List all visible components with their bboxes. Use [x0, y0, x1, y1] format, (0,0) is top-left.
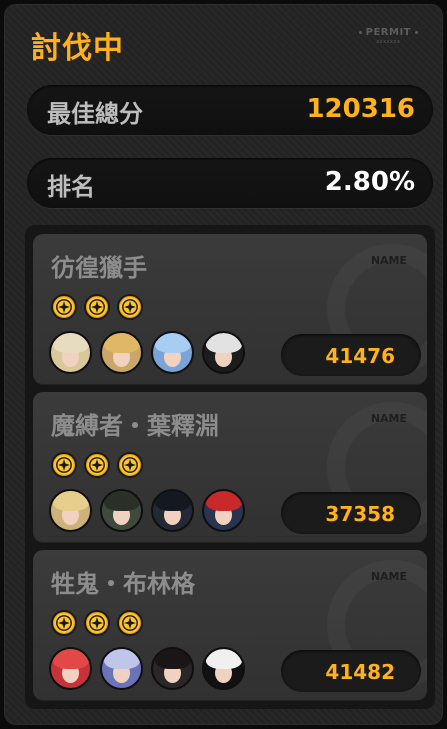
rank-label: 排名: [47, 173, 95, 201]
agent-9-icon[interactable]: [49, 647, 92, 690]
agent-2-icon[interactable]: [100, 331, 143, 374]
team-name: 魔縛者・葉釋淵: [51, 412, 219, 440]
best-score-value: 120316: [306, 94, 415, 124]
medal-icon: [84, 294, 110, 320]
team-score-box: 41476: [281, 334, 421, 376]
agent-hair: [155, 491, 191, 511]
medal-row: [51, 452, 143, 478]
team-name-tag: NAME: [370, 254, 407, 267]
agent-11-icon[interactable]: [151, 647, 194, 690]
team-name-tag: NAME: [370, 412, 407, 425]
permit-label: PERMIT: [365, 27, 411, 38]
medal-icon: [51, 294, 77, 320]
agent-hair: [206, 491, 242, 511]
agent-row: [49, 489, 245, 532]
team-name-tag: NAME: [370, 570, 407, 583]
agent-hair: [206, 649, 242, 669]
medal-icon: [117, 294, 143, 320]
agent-8-icon[interactable]: [202, 489, 245, 532]
agent-hair: [104, 649, 140, 669]
team-score: 41476: [325, 344, 395, 368]
permit-sublabel: xxxxxxx: [376, 39, 401, 45]
rank-value: 2.80%: [324, 167, 415, 197]
hunt-panel: 討伐中 PERMIT xxxxxxx 最佳總分 120316 排名 2.80% …: [4, 4, 443, 725]
agent-hair: [53, 649, 89, 669]
team-score-box: 41482: [281, 650, 421, 692]
agent-hair: [155, 649, 191, 669]
best-score-label: 最佳總分: [47, 100, 143, 128]
medal-icon: [51, 452, 77, 478]
team-score: 37358: [325, 502, 395, 526]
agent-10-icon[interactable]: [100, 647, 143, 690]
agent-hair: [104, 333, 140, 353]
agent-hair: [206, 333, 242, 353]
team-name: 彷徨獵手: [51, 254, 147, 282]
agent-hair: [104, 491, 140, 511]
panel-title: 討伐中: [31, 31, 124, 66]
medal-row: [51, 294, 143, 320]
team-list: 彷徨獵手 NAME 41476 魔縛者・葉釋淵 NAME 37358 牲鬼・布林格 NAM…: [25, 225, 435, 709]
team-name: 牲鬼・布林格: [51, 570, 195, 598]
agent-3-icon[interactable]: [151, 331, 194, 374]
agent-row: [49, 647, 245, 690]
medal-icon: [84, 452, 110, 478]
team-score-box: 37358: [281, 492, 421, 534]
agent-hair: [155, 333, 191, 353]
agent-hair: [53, 491, 89, 511]
medal-row: [51, 610, 143, 636]
agent-hair: [53, 333, 89, 353]
medal-icon: [84, 610, 110, 636]
medal-icon: [117, 452, 143, 478]
agent-1-icon[interactable]: [49, 331, 92, 374]
medal-icon: [51, 610, 77, 636]
best-score-row: 最佳總分 120316: [27, 85, 433, 135]
agent-5-icon[interactable]: [49, 489, 92, 532]
team-card[interactable]: 牲鬼・布林格 NAME 41482: [33, 550, 427, 700]
agent-12-icon[interactable]: [202, 647, 245, 690]
rank-row: 排名 2.80%: [27, 158, 433, 208]
agent-7-icon[interactable]: [151, 489, 194, 532]
agent-6-icon[interactable]: [100, 489, 143, 532]
agent-row: [49, 331, 245, 374]
team-card[interactable]: 魔縛者・葉釋淵 NAME 37358: [33, 392, 427, 542]
agent-4-icon[interactable]: [202, 331, 245, 374]
team-card[interactable]: 彷徨獵手 NAME 41476: [33, 234, 427, 384]
permit-logo: PERMIT xxxxxxx: [355, 27, 422, 45]
medal-icon: [117, 610, 143, 636]
team-score: 41482: [325, 660, 395, 684]
